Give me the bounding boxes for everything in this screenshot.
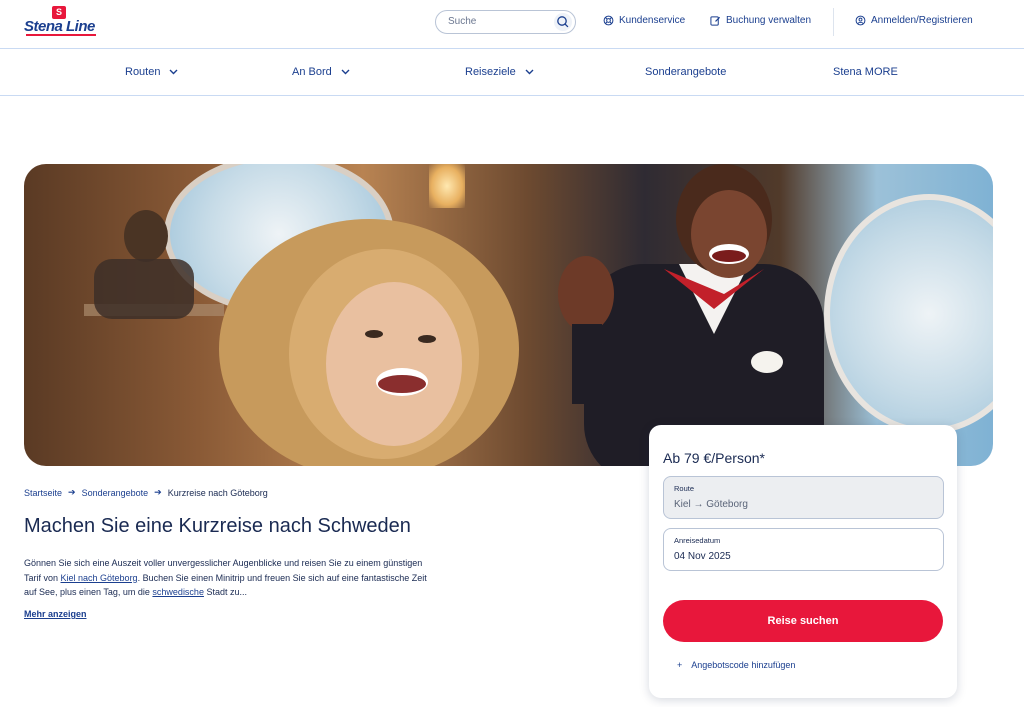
chevron-down-icon [341, 69, 350, 75]
breadcrumb-offers[interactable]: Sonderangebote [82, 488, 149, 498]
manage-booking-label: Buchung verwalten [726, 15, 812, 26]
nav-item-label: Routen [125, 66, 161, 78]
edit-icon [710, 16, 721, 26]
nav-item-stena-more[interactable]: Stena MORE [833, 66, 898, 78]
route-value: Kiel → Göteborg [674, 499, 748, 510]
kiel-gothenburg-link[interactable]: Kiel nach Göteborg [61, 573, 138, 583]
page-title: Machen Sie eine Kurzreise nach Schweden [24, 515, 411, 537]
search-input[interactable]: Suche [435, 10, 576, 34]
hero-image [24, 164, 993, 466]
site-header: S Stena Line Suche Kundenservice Buchung… [0, 0, 1024, 49]
header-divider [833, 8, 834, 36]
swedish-link[interactable]: schwedische [152, 587, 204, 597]
breadcrumb: Startseite ➔ Sonderangebote ➔ Kurzreise … [24, 487, 268, 498]
booking-card: Ab 79 €/Person* Route Kiel → Göteborg An… [649, 425, 957, 698]
add-promo-code-link[interactable]: + Angebotscode hinzufügen [677, 660, 795, 670]
search-trip-button[interactable]: Reise suchen [663, 600, 943, 642]
arrow-right-icon: ➔ [68, 487, 76, 497]
route-label: Route [674, 484, 695, 493]
search-icon [557, 16, 569, 28]
chevron-down-icon [525, 69, 534, 75]
date-value: 04 Nov 2025 [674, 551, 731, 562]
user-icon [855, 15, 866, 26]
date-label: Anreisedatum [674, 536, 721, 545]
nav-item-label: Reiseziele [465, 66, 516, 78]
lifebuoy-icon [603, 15, 614, 26]
nav-item-label: Stena MORE [833, 66, 898, 78]
main-nav: Routen An Bord Reiseziele Sonderangebote… [0, 49, 1024, 96]
customer-service-label: Kundenservice [619, 15, 686, 26]
show-more-link[interactable]: Mehr anzeigen [24, 609, 87, 619]
search-placeholder: Suche [448, 16, 477, 27]
manage-booking-link[interactable]: Buchung verwalten [710, 15, 811, 26]
nav-item-label: Sonderangebote [645, 66, 727, 78]
plus-icon: + [677, 660, 683, 670]
nav-item-routes[interactable]: Routen [125, 66, 178, 78]
hero-people-illustration [84, 164, 824, 466]
promo-label: Angebotscode hinzufügen [691, 660, 796, 670]
intro-text: Gönnen Sie sich eine Auszeit voller unve… [24, 556, 434, 600]
nav-item-special-offers[interactable]: Sonderangebote [645, 66, 726, 78]
intro-text-part: Stadt zu... [203, 587, 247, 597]
login-link[interactable]: Anmelden/Registrieren [855, 15, 973, 26]
route-field: Route Kiel → Göteborg [663, 476, 944, 519]
logo-underline [26, 34, 96, 36]
arrow-right-icon: ➔ [154, 487, 162, 497]
customer-service-link[interactable]: Kundenservice [603, 15, 685, 26]
breadcrumb-current: Kurzreise nach Göteborg [167, 487, 268, 498]
search-button[interactable] [554, 13, 572, 31]
chevron-down-icon [169, 69, 178, 75]
nav-item-on-board[interactable]: An Bord [292, 66, 350, 78]
stena-line-logo[interactable]: S Stena Line [24, 6, 98, 36]
nav-item-destinations[interactable]: Reiseziele [465, 66, 534, 78]
date-field[interactable]: Anreisedatum 04 Nov 2025 [663, 528, 944, 571]
logo-text: Stena Line [24, 18, 95, 35]
nav-item-label: An Bord [292, 66, 332, 78]
login-label: Anmelden/Registrieren [871, 15, 973, 26]
price-label: Ab 79 €/Person* [663, 450, 765, 466]
breadcrumb-home[interactable]: Startseite [24, 488, 62, 498]
